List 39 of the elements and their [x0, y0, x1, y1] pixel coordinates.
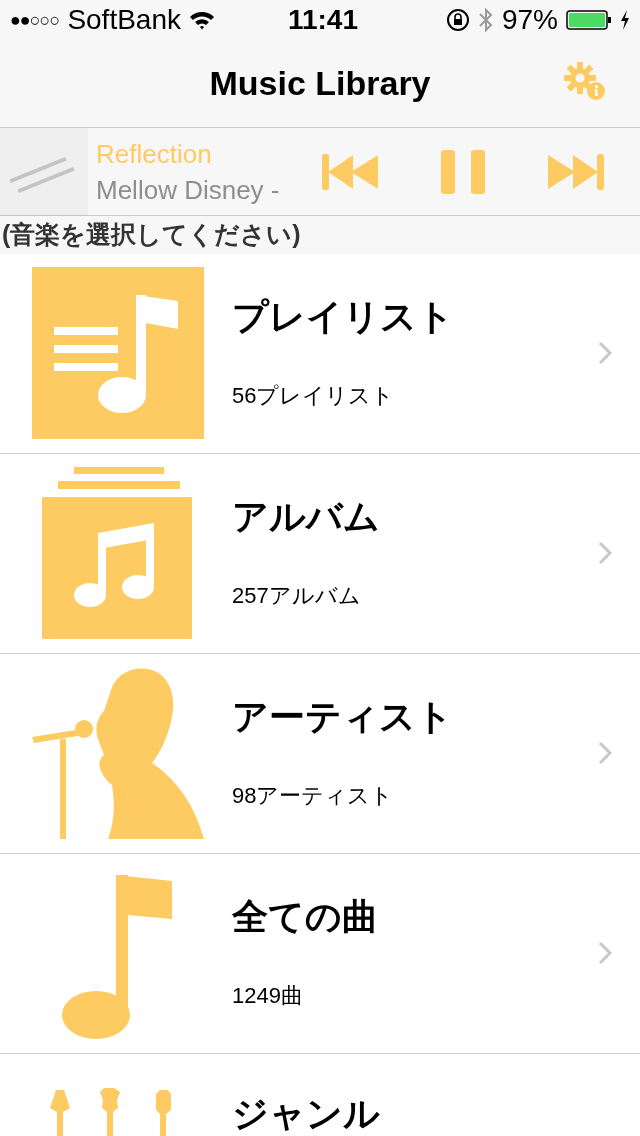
next-track-icon [545, 153, 604, 190]
category-count: 1249曲 [232, 981, 304, 1010]
category-count: 98アーティスト [232, 781, 395, 810]
clock-time: 11:41 [286, 3, 359, 37]
category-title: 全ての曲 [232, 894, 379, 939]
wifi-icon [189, 10, 215, 30]
category-title: ジャンル [232, 1091, 381, 1136]
track-title: Reflection [96, 137, 213, 171]
carrier-name: SoftBank [67, 3, 181, 37]
previous-track-icon [322, 153, 381, 190]
category-row[interactable]: アルバム 257アルバム [0, 453, 640, 654]
chevron-right-icon [598, 541, 612, 565]
chevron-right-icon [598, 941, 612, 965]
category-row[interactable]: ジャンル [0, 1053, 640, 1136]
playlist-icon [32, 267, 204, 439]
charging-icon [620, 10, 630, 30]
category-title: アーティスト [232, 694, 454, 739]
chevron-right-icon [598, 741, 612, 765]
singer-with-microphone-icon [32, 667, 204, 839]
chevron-right-icon [598, 341, 612, 365]
category-row[interactable]: 全ての曲 1249曲 [0, 853, 640, 1054]
battery-icon [566, 10, 612, 30]
settings-info-icon [564, 62, 608, 102]
settings-button[interactable] [564, 62, 608, 102]
category-row[interactable]: アーティスト 98アーティスト [0, 653, 640, 854]
category-title: アルバム [232, 494, 381, 539]
screen-title: Music Library [209, 63, 431, 104]
category-count: 56プレイリスト [232, 381, 396, 410]
section-header: (音楽を選択してください) [2, 219, 301, 250]
battery-percentage: 97% [501, 3, 558, 37]
category-row[interactable]: プレイリスト 56プレイリスト [0, 253, 640, 454]
signal-strength: ●●○○○ [10, 8, 60, 32]
pause-button[interactable] [440, 149, 486, 194]
category-title: プレイリスト [232, 294, 455, 339]
bluetooth-icon [477, 7, 494, 33]
pause-icon [441, 149, 485, 194]
category-count: 257アルバム [232, 581, 362, 610]
track-artist: Mellow Disney - [96, 173, 281, 207]
rotation-lock-icon [445, 8, 470, 32]
